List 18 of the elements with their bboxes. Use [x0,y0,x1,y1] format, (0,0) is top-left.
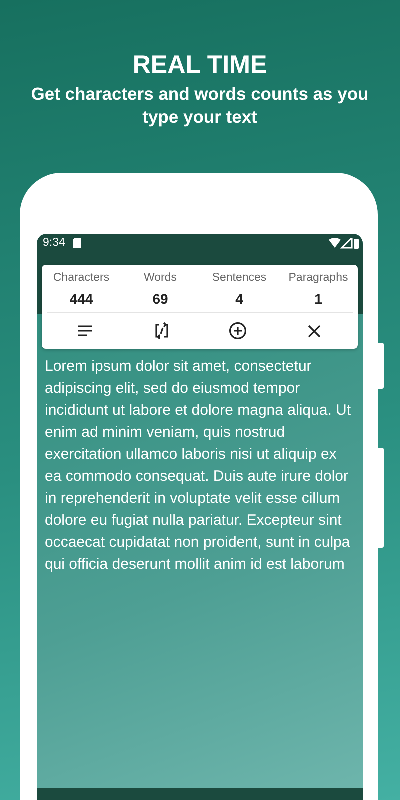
swap-icon [154,322,169,340]
subheadline: Get characters and words counts as you type your text [30,83,370,129]
stat-value: 444 [70,291,94,307]
stat-value: 4 [236,291,244,307]
stat-label: Words [144,272,178,284]
sd-card-icon [73,238,82,248]
menu-icon [77,325,94,337]
status-time: 9:34 [43,237,66,249]
headline: REAL TIME [132,50,268,80]
stat-label: Sentences [212,272,267,284]
status-icons-drawing [329,238,359,248]
stat-value: 1 [314,291,322,307]
stat-label: Characters [53,272,110,284]
stat-label: Paragraphs [288,272,348,284]
body-text: Lorem ipsum dolor sit amet, consectetur adipiscing elit, sed do eiusmod tempor incididunt ut labore et dolore magna aliqua. Ut enim ad minim veniam, quis nostrud exercitation ullamco laboris nisi ut aliquip ex ea commodo consequat. Duis aute irure dolor in reprehenderit in voluptate velit esse cillum dolore eu fugiat nulla pariatur. Excepteur sint occaecat cupidatat non proident, sunt in culpa qui officia deserunt mollit anim id est laborum [45,357,352,575]
stat-value: 69 [152,291,168,307]
add-icon [229,322,248,340]
close-icon [308,324,322,338]
